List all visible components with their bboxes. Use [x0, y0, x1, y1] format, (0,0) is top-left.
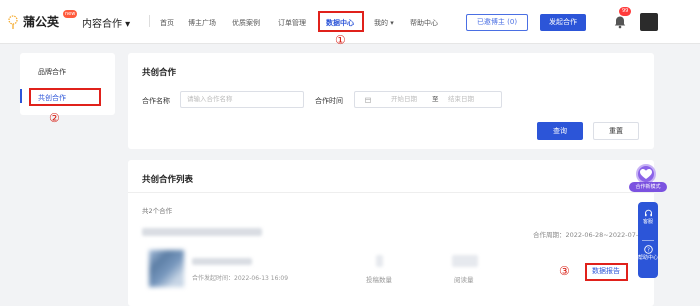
floating-toolbar: 客服 ? 帮助中心 — [638, 202, 658, 278]
start-date-placeholder: 开始日期 — [391, 95, 417, 103]
co-creation-highlight-box — [29, 88, 101, 106]
sidebar: 品牌合作 共创合作 — [20, 53, 115, 115]
annotation-marker-2: ② — [49, 111, 60, 125]
divider — [128, 192, 654, 193]
nav-divider — [149, 15, 150, 27]
date-range-picker[interactable]: 开始日期 至 结束日期 — [354, 91, 502, 108]
list-panel-title: 共创合作列表 — [142, 175, 194, 185]
calendar-icon — [365, 97, 371, 103]
data-center-highlight-box — [318, 11, 364, 32]
notification-count-badge: 99 — [619, 7, 632, 16]
heart-icon — [636, 164, 656, 184]
filter-panel-title: 共创合作 — [142, 68, 177, 78]
bell-icon[interactable] — [613, 15, 627, 29]
new-badge: new — [63, 10, 78, 18]
help-center-button[interactable]: ? 帮助中心 — [638, 245, 658, 261]
blurred-cooperation-title — [192, 258, 252, 265]
svg-text:?: ? — [647, 247, 650, 253]
read-count-label: 阅读量 — [454, 276, 474, 284]
customer-service-button[interactable]: 客服 — [638, 209, 658, 225]
cooperation-thumbnail — [149, 250, 184, 287]
avatar[interactable] — [640, 13, 658, 31]
date-range-separator: 至 — [432, 95, 439, 103]
logo-text: 蒲公英 — [23, 15, 60, 29]
nav-home[interactable]: 首页 — [160, 18, 174, 28]
dandelion-logo-icon — [8, 14, 18, 29]
top-navigation-bar: 蒲公英 new 内容合作 ▾ 首页 博主广场 优质案例 订单管理 数据中心 我的… — [0, 0, 700, 44]
headset-icon — [644, 209, 652, 217]
blurred-cooperation-name — [142, 228, 262, 236]
cooperation-list-panel: 共创合作列表 共2个合作 合作周期：2022-06-28~2022-07-14 … — [128, 160, 654, 306]
logo[interactable]: 蒲公英 new — [6, 10, 78, 30]
cooperation-time-label: 合作时间 — [315, 97, 343, 105]
nav-quality-cases[interactable]: 优质案例 — [232, 18, 260, 28]
query-button[interactable]: 查询 — [537, 122, 583, 140]
filter-panel: 共创合作 合作名称 请输入合作名称 合作时间 开始日期 至 结束日期 查询 重置 — [128, 53, 654, 149]
reset-button[interactable]: 重置 — [593, 122, 639, 140]
cooperation-name-label: 合作名称 — [142, 97, 170, 105]
cooperation-created-time: 合作发起时间：2022-06-13 16:09 — [192, 275, 289, 282]
annotation-marker-3: ③ — [559, 264, 570, 278]
blurred-submission-count — [376, 255, 383, 267]
divider — [642, 240, 654, 241]
data-report-highlight-box — [585, 263, 628, 281]
annotation-marker-1: ① — [335, 33, 346, 47]
help-center-label: 帮助中心 — [638, 255, 659, 261]
help-icon: ? — [643, 245, 653, 254]
sidebar-item-brand-cooperation[interactable]: 品牌合作 — [38, 67, 66, 77]
end-date-placeholder: 结束日期 — [448, 95, 474, 103]
new-cooperation-mode-label: 合作新模式 — [629, 182, 667, 192]
nav-help-center[interactable]: 帮助中心 — [410, 18, 438, 28]
invited-bloggers-button[interactable]: 已邀博主 (0) — [466, 14, 528, 31]
cooperation-period: 合作周期：2022-06-28~2022-07-14 — [533, 231, 647, 239]
submission-count-label: 投稿数量 — [366, 276, 392, 284]
sidebar-active-indicator — [20, 89, 22, 103]
start-cooperation-button[interactable]: 发起合作 — [540, 14, 586, 31]
customer-service-label: 客服 — [642, 219, 653, 225]
new-cooperation-mode-widget[interactable]: 合作新模式 — [629, 164, 667, 194]
nav-order-management[interactable]: 订单管理 — [278, 18, 306, 28]
cooperation-name-input[interactable]: 请输入合作名称 — [180, 91, 304, 108]
nav-mine-dropdown[interactable]: 我的 ▾ — [374, 18, 394, 28]
nav-blogger-plaza[interactable]: 博主广场 — [188, 18, 216, 28]
product-switch-dropdown[interactable]: 内容合作 ▾ — [82, 15, 130, 30]
blurred-read-count — [452, 255, 478, 267]
total-count: 共2个合作 — [142, 207, 173, 215]
